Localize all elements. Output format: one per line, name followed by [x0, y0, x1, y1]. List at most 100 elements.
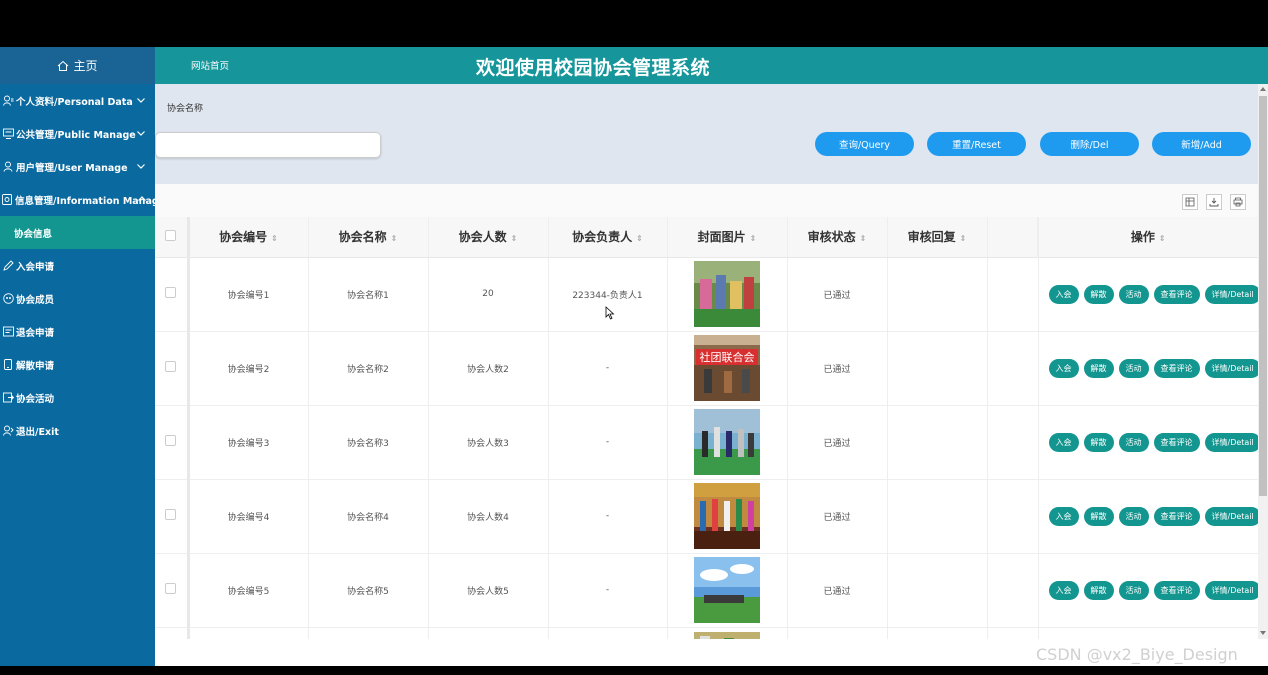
- add-button[interactable]: 新增/Add: [1152, 132, 1251, 156]
- cover-image[interactable]: [694, 483, 760, 549]
- chevron-up-icon: [138, 196, 146, 201]
- header-label: 协会编号: [219, 230, 268, 245]
- logout-icon: [2, 425, 14, 437]
- view-comments-button[interactable]: 查看评论: [1153, 506, 1200, 526]
- cell-leader: -: [548, 331, 668, 406]
- view-comments-button[interactable]: 查看评论: [1153, 432, 1200, 452]
- cover-image[interactable]: [694, 631, 760, 640]
- sidebar-item-association-info[interactable]: 协会信息: [0, 216, 155, 249]
- cover-image[interactable]: [694, 261, 760, 327]
- cell-leader: [548, 627, 668, 639]
- join-button[interactable]: 入会: [1048, 358, 1079, 378]
- join-button[interactable]: 入会: [1048, 506, 1079, 526]
- cell-cover: 社团联合会: [667, 331, 788, 406]
- columns-icon[interactable]: [1182, 194, 1198, 210]
- select-all-checkbox[interactable]: [165, 229, 177, 241]
- site-home-link[interactable]: 网站首页: [191, 58, 229, 72]
- vertical-scrollbar[interactable]: [1258, 84, 1268, 639]
- table-row[interactable]: 协会编号2 协会名称2 协会人数2- 社团联合会 已通过 入会 解散 活动 查看评论 详情/Det…: [155, 331, 1258, 406]
- dissolve-button[interactable]: 解散: [1083, 580, 1114, 600]
- sidebar-item-join-application[interactable]: 入会申请: [0, 249, 155, 282]
- sidebar-item-activities[interactable]: 协会活动: [0, 381, 155, 414]
- row-checkbox[interactable]: [165, 287, 177, 298]
- detail-button[interactable]: 详情/Detail: [1204, 506, 1257, 526]
- sidebar-item-label: 个人资料/Personal Data: [16, 96, 133, 108]
- reset-button[interactable]: 重置/Reset: [927, 132, 1026, 156]
- chevron-down-icon: [137, 98, 145, 103]
- join-button[interactable]: 入会: [1048, 284, 1079, 304]
- detail-button[interactable]: 详情/Detail: [1204, 284, 1257, 304]
- header-count[interactable]: 协会人数 ⇕: [428, 217, 549, 258]
- header-code[interactable]: 协会编号 ⇕: [188, 217, 309, 258]
- sidebar-item-label: 用户管理/User Manage: [16, 162, 128, 174]
- detail-button[interactable]: 详情/Detail: [1204, 580, 1257, 600]
- join-button[interactable]: 入会: [1048, 432, 1079, 452]
- sidebar-home[interactable]: 主页: [0, 47, 155, 84]
- cover-image[interactable]: [694, 409, 760, 475]
- dissolve-button[interactable]: 解散: [1083, 284, 1114, 304]
- form-icon: [2, 326, 14, 338]
- row-checkbox[interactable]: [165, 435, 177, 446]
- join-button[interactable]: 入会: [1048, 580, 1079, 600]
- sidebar-item-dissolve-application[interactable]: 解散申请: [0, 348, 155, 381]
- header-status[interactable]: 审核状态 ⇕: [787, 217, 888, 258]
- view-comments-button[interactable]: 查看评论: [1153, 580, 1200, 600]
- association-name-input[interactable]: [155, 132, 381, 158]
- sidebar-item-label: 退出/Exit: [16, 426, 59, 438]
- detail-button[interactable]: 详情/Detail: [1204, 432, 1257, 452]
- dissolve-button[interactable]: 解散: [1083, 506, 1114, 526]
- scroll-down-icon[interactable]: [1260, 631, 1266, 635]
- cell-leader: -: [548, 405, 668, 480]
- dissolve-button[interactable]: 解散: [1083, 358, 1114, 378]
- scroll-up-icon[interactable]: [1260, 87, 1266, 91]
- cell-cover: [667, 479, 788, 554]
- sidebar-item-information-manage[interactable]: 信息管理/Information Manage: [0, 183, 165, 216]
- header-label: 协会人数: [458, 230, 507, 245]
- sidebar-item-label: 协会成员: [16, 294, 55, 306]
- view-comments-button[interactable]: 查看评论: [1153, 284, 1200, 304]
- sidebar-item-members[interactable]: 协会成员: [0, 282, 155, 315]
- activity-button[interactable]: 活动: [1118, 358, 1149, 378]
- table-row[interactable]: 协会编号1 协会名称1 20 223344-负责人1 已通过 入会 解散 活动 查看评论 详情/D…: [155, 257, 1258, 332]
- cell-count: 协会人数2: [428, 331, 549, 406]
- chevron-down-icon: [137, 164, 145, 169]
- cell-ops: 入会 解散 活动 查看评论 详情/Detail: [1038, 479, 1258, 554]
- sidebar-item-exit[interactable]: 退出/Exit: [0, 414, 155, 447]
- cell-status: [787, 627, 888, 639]
- detail-button[interactable]: 详情/Detail: [1204, 358, 1257, 378]
- table-row[interactable]: 协会编号4 协会名称4 协会人数4- 已通过 入会 解散 活动 查看评论 详情/Detail: [155, 479, 1258, 554]
- scrollbar-thumb[interactable]: [1259, 96, 1267, 496]
- header-name[interactable]: 协会名称 ⇕: [308, 217, 429, 258]
- row-checkbox[interactable]: [165, 361, 177, 372]
- activity-button[interactable]: 活动: [1118, 432, 1149, 452]
- header-leader[interactable]: 协会负责人 ⇕: [548, 217, 668, 258]
- page-title: 欢迎使用校园协会管理系统: [476, 57, 711, 79]
- cover-image[interactable]: [694, 557, 760, 623]
- sort-icon: ⇕: [271, 234, 278, 244]
- sidebar-item-user-manage[interactable]: 用户管理/User Manage: [0, 150, 155, 183]
- cell-code: 协会编号1: [188, 257, 309, 332]
- activity-button[interactable]: 活动: [1118, 506, 1149, 526]
- export-icon[interactable]: [1206, 194, 1222, 210]
- cell-code: 协会编号4: [188, 479, 309, 554]
- table-row[interactable]: [155, 627, 1258, 639]
- delete-button[interactable]: 删除/Del: [1040, 132, 1139, 156]
- header-label: 审核状态: [807, 230, 856, 245]
- view-comments-button[interactable]: 查看评论: [1153, 358, 1200, 378]
- dissolve-button[interactable]: 解散: [1083, 432, 1114, 452]
- header-reply[interactable]: 审核回复 ⇕: [887, 217, 988, 258]
- row-checkbox[interactable]: [165, 509, 177, 520]
- row-checkbox[interactable]: [165, 583, 177, 594]
- activity-button[interactable]: 活动: [1118, 580, 1149, 600]
- cover-image[interactable]: 社团联合会: [694, 335, 760, 401]
- query-button[interactable]: 查询/Query: [815, 132, 914, 156]
- table-row[interactable]: 协会编号3 协会名称3 协会人数3- 已通过 入会 解散 活动 查看评论 详情/Detail: [155, 405, 1258, 480]
- sidebar-item-public-manage[interactable]: 公共管理/Public Manage: [0, 117, 155, 150]
- print-icon[interactable]: [1230, 194, 1246, 210]
- table-row[interactable]: 协会编号5 协会名称5 协会人数5- 已通过 入会 解散 活动 查看评论 详情/Detail: [155, 553, 1258, 628]
- sidebar-item-personal-data[interactable]: 个人资料/Personal Data: [0, 84, 155, 117]
- activity-button[interactable]: 活动: [1118, 284, 1149, 304]
- header-cover[interactable]: 封面图片 ⇕: [667, 217, 788, 258]
- sidebar-item-quit-application[interactable]: 退会申请: [0, 315, 155, 348]
- sidebar-item-label: 协会信息: [14, 228, 53, 240]
